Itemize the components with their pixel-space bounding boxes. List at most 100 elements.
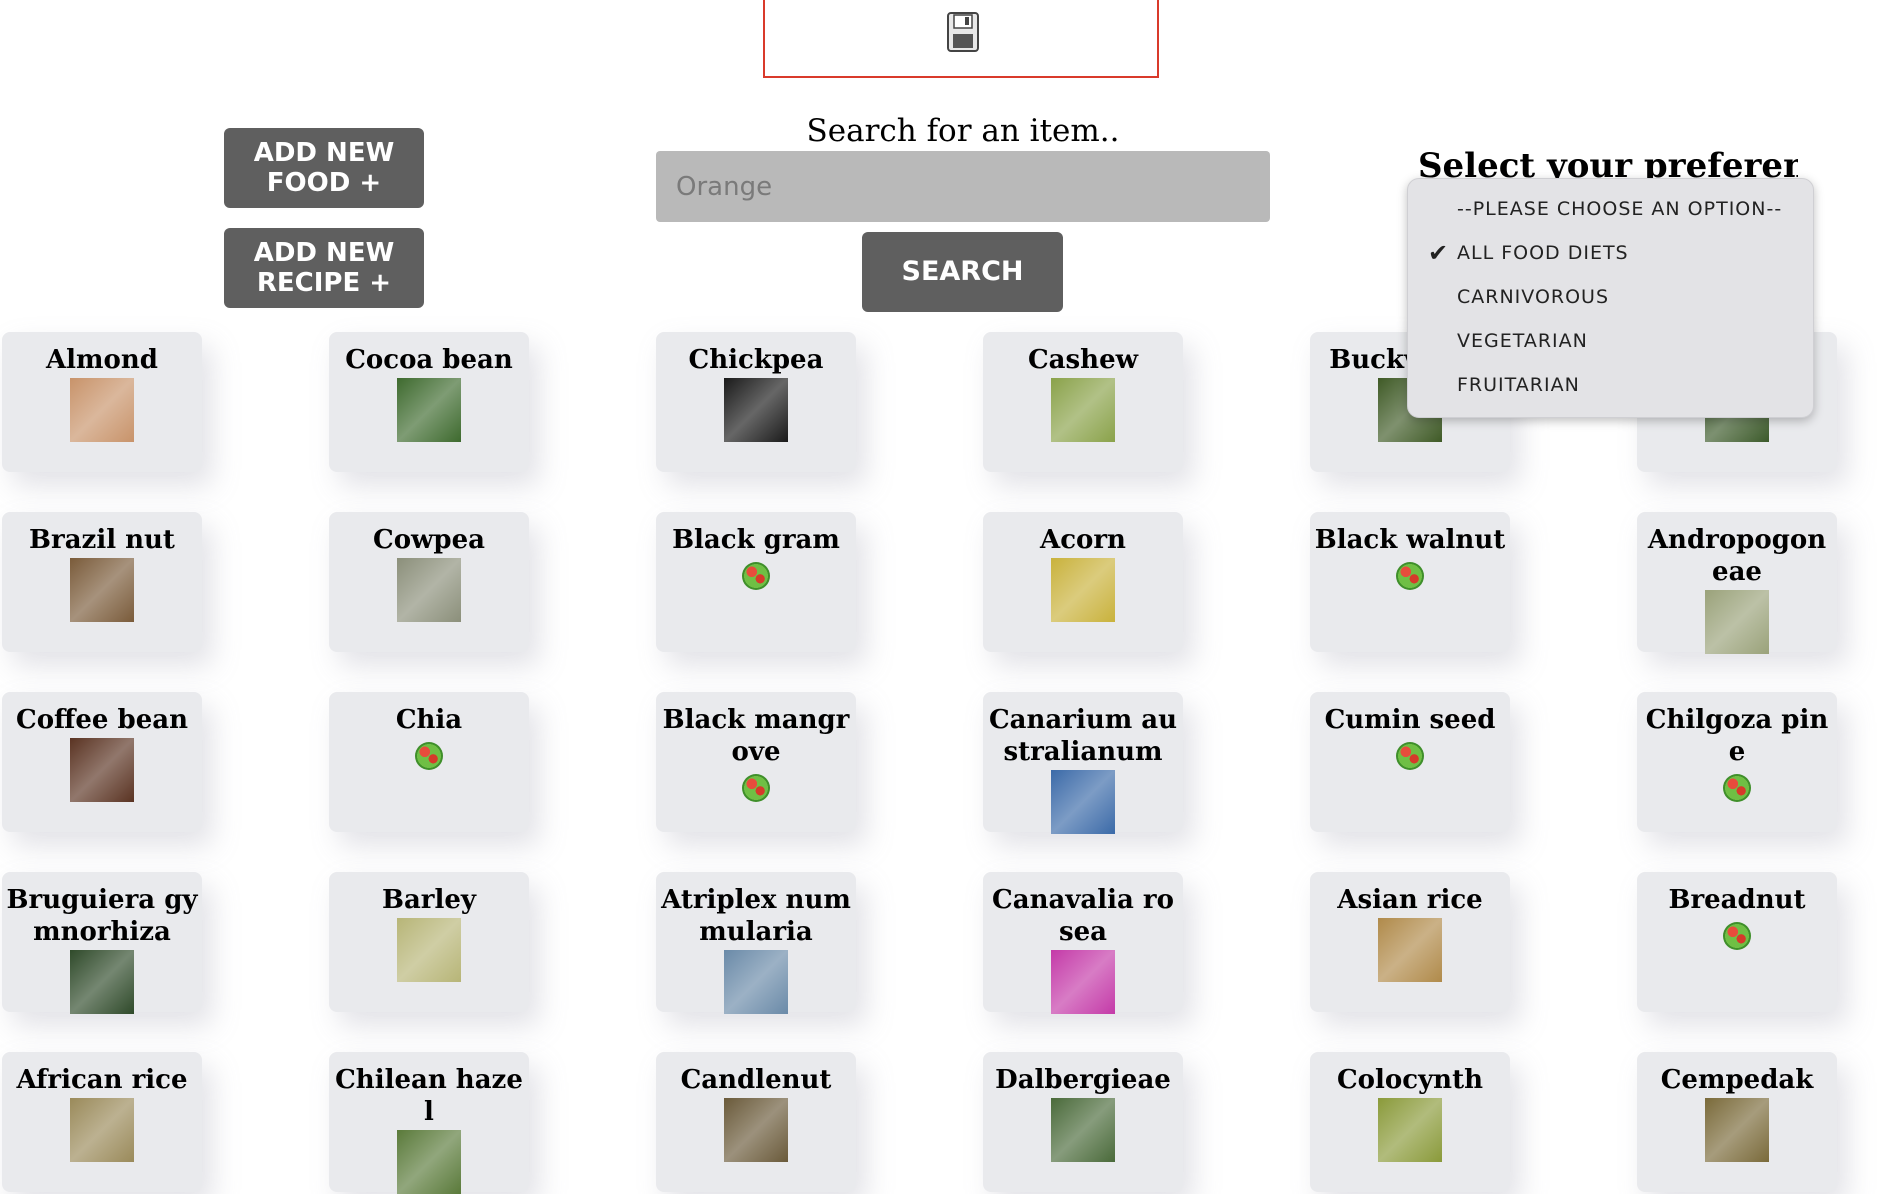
food-photo — [1051, 378, 1115, 442]
salad-placeholder-icon — [1396, 562, 1424, 590]
food-name: Canavalia rosea — [992, 885, 1174, 947]
food-photo — [70, 1098, 134, 1162]
preference-option-label: ALL FOOD DIETS — [1457, 242, 1629, 264]
preference-option[interactable]: VEGETARIAN — [1408, 319, 1813, 363]
floppy-disk-icon[interactable] — [947, 12, 979, 52]
food-card[interactable]: Coffee bean — [2, 692, 202, 832]
food-photo — [70, 738, 134, 802]
food-card[interactable]: Chickpea — [656, 332, 856, 472]
food-name: Asian rice — [1337, 885, 1483, 915]
salad-placeholder-icon — [742, 562, 770, 590]
food-card[interactable]: Canarium australianum — [983, 692, 1183, 834]
food-card[interactable]: Cocoa bean — [329, 332, 529, 472]
food-name: Chickpea — [688, 345, 824, 375]
add-new-food-button[interactable]: ADD NEW FOOD + — [224, 128, 424, 208]
food-card[interactable]: Black gram — [656, 512, 856, 652]
food-photo — [397, 918, 461, 982]
food-card[interactable]: Asian rice — [1310, 872, 1510, 1012]
food-photo — [1051, 1098, 1115, 1162]
food-card[interactable]: Dalbergieae — [983, 1052, 1183, 1192]
food-name: Coffee bean — [16, 705, 188, 735]
food-photo — [70, 558, 134, 622]
food-name: Black gram — [672, 525, 840, 555]
food-card[interactable]: Andropogoneae — [1637, 512, 1837, 654]
food-photo — [1051, 950, 1115, 1014]
salad-placeholder-icon — [1396, 742, 1424, 770]
food-card[interactable]: Cempedak — [1637, 1052, 1837, 1192]
food-card[interactable]: Breadnut — [1637, 872, 1837, 1012]
salad-placeholder-icon — [1723, 774, 1751, 802]
preference-title: Select your preference: — [1418, 146, 1798, 182]
food-photo — [397, 558, 461, 622]
food-photo — [724, 378, 788, 442]
food-card[interactable]: Barley — [329, 872, 529, 1012]
food-name: African rice — [16, 1065, 188, 1095]
food-card[interactable]: Cumin seed — [1310, 692, 1510, 832]
food-name: Cowpea — [373, 525, 485, 555]
food-photo — [397, 1130, 461, 1194]
food-card[interactable]: Bruguiera gymnorhiza — [2, 872, 202, 1014]
food-card[interactable]: Chilean hazel — [329, 1052, 529, 1194]
add-new-recipe-button[interactable]: ADD NEW RECIPE + — [224, 228, 424, 308]
food-photo — [1705, 1098, 1769, 1162]
food-photo — [724, 950, 788, 1014]
search-input[interactable] — [656, 151, 1270, 222]
search-label: Search for an item.. — [806, 113, 1120, 149]
food-name: Cashew — [1027, 345, 1138, 375]
food-name: Canarium australianum — [988, 705, 1178, 767]
preference-option-label: --PLEASE CHOOSE AN OPTION-- — [1457, 198, 1783, 220]
checkmark-icon: ✔ — [1428, 239, 1450, 267]
preference-option-label: CARNIVOROUS — [1457, 286, 1610, 308]
food-card[interactable]: Almond — [2, 332, 202, 472]
food-photo — [1051, 770, 1115, 834]
food-name: Cempedak — [1660, 1065, 1814, 1095]
food-card[interactable]: Cowpea — [329, 512, 529, 652]
food-name: Cumin seed — [1324, 705, 1496, 735]
food-photo — [70, 378, 134, 442]
food-card[interactable]: Chilgoza pine — [1637, 692, 1837, 832]
food-card[interactable]: Atriplex nummularia — [656, 872, 856, 1014]
preference-option[interactable]: FRUITARIAN — [1408, 363, 1813, 407]
preference-option[interactable]: --PLEASE CHOOSE AN OPTION-- — [1408, 187, 1813, 231]
search-button[interactable]: SEARCH — [862, 232, 1063, 312]
food-name: Atriplex nummularia — [661, 885, 851, 947]
food-card[interactable]: Chia — [329, 692, 529, 832]
salad-placeholder-icon — [1723, 922, 1751, 950]
food-name: Cocoa bean — [345, 345, 513, 375]
save-panel — [763, 0, 1159, 78]
food-name: Almond — [46, 345, 158, 375]
food-card[interactable]: Brazil nut — [2, 512, 202, 652]
food-photo — [724, 1098, 788, 1162]
food-card[interactable]: Cashew — [983, 332, 1183, 472]
food-name: Brazil nut — [29, 525, 175, 555]
food-photo — [1705, 590, 1769, 654]
food-name: Black walnut — [1314, 525, 1506, 555]
salad-placeholder-icon — [415, 742, 443, 770]
food-card[interactable]: Candlenut — [656, 1052, 856, 1192]
preference-option-label: FRUITARIAN — [1457, 374, 1580, 396]
food-name: Bruguiera gymnorhiza — [6, 885, 198, 947]
salad-placeholder-icon — [742, 774, 770, 802]
food-name: Breadnut — [1668, 885, 1806, 915]
food-card[interactable]: Acorn — [983, 512, 1183, 652]
food-name: Acorn — [1040, 525, 1126, 555]
food-name: Chilean hazel — [335, 1065, 523, 1127]
food-name: Candlenut — [680, 1065, 832, 1095]
food-name: Andropogoneae — [1647, 525, 1827, 587]
food-photo — [1051, 558, 1115, 622]
food-name: Chia — [395, 705, 463, 735]
food-card[interactable]: Canavalia rosea — [983, 872, 1183, 1014]
preference-dropdown[interactable]: --PLEASE CHOOSE AN OPTION-- ✔ ALL FOOD DIE… — [1407, 178, 1814, 418]
preference-option[interactable]: ✔ ALL FOOD DIETS — [1408, 231, 1813, 275]
food-name: Chilgoza pine — [1645, 705, 1829, 767]
food-name: Black mangrove — [662, 705, 850, 767]
food-card[interactable]: Black walnut — [1310, 512, 1510, 652]
food-photo — [1378, 1098, 1442, 1162]
preference-option[interactable]: CARNIVOROUS — [1408, 275, 1813, 319]
food-photo — [70, 950, 134, 1014]
food-name: Barley — [381, 885, 477, 915]
food-name: Colocynth — [1336, 1065, 1483, 1095]
food-card[interactable]: African rice — [2, 1052, 202, 1192]
food-card[interactable]: Colocynth — [1310, 1052, 1510, 1192]
food-card[interactable]: Black mangrove — [656, 692, 856, 832]
